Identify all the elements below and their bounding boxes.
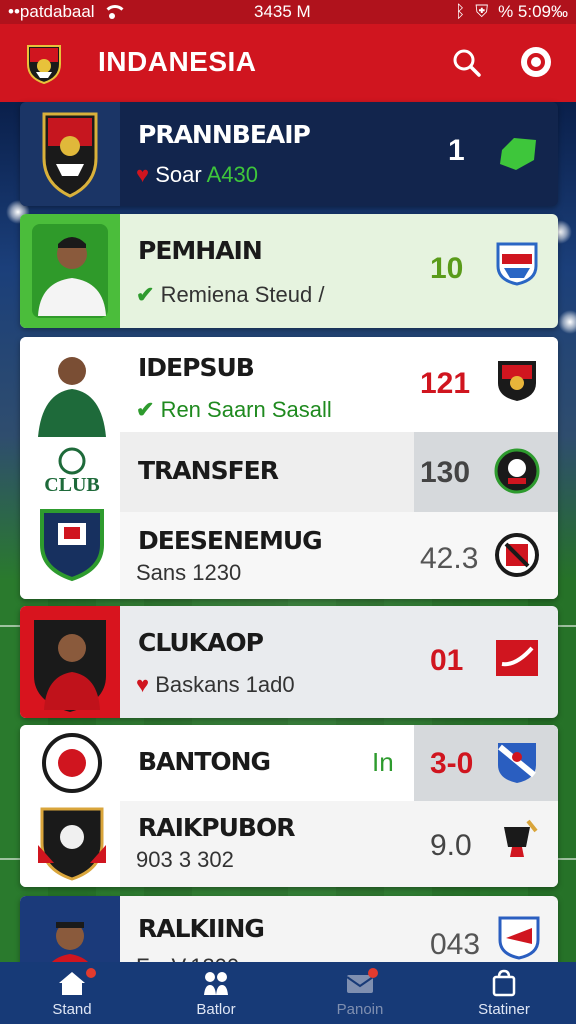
brand-check-icon	[496, 640, 538, 676]
club-logo-text: CLUB	[44, 474, 100, 496]
card-score: 9.0	[430, 829, 472, 862]
card-subtitle: ♥ Soar A430	[136, 162, 258, 187]
player-avatar-icon	[58, 357, 86, 385]
list-row[interactable]: DEESENEMUG Sans 1230 42.3	[120, 512, 558, 599]
thumbnail-stack: CLUB	[38, 357, 106, 582]
thumbnail-stack	[38, 733, 106, 881]
team-crest-icon	[42, 112, 98, 198]
card-title: DEESENEMUG	[138, 526, 323, 555]
card-score: 1	[448, 134, 465, 167]
players-icon	[204, 971, 228, 995]
nav-item-home[interactable]: Stand	[0, 962, 144, 1024]
nav-label: Batlor	[196, 1000, 236, 1018]
nav-item-players[interactable]: Batlor	[144, 962, 288, 1024]
team-card[interactable]: PRANNBEAIP ♥ Soar A430 1	[20, 102, 558, 206]
card-title: CLUKAOP	[138, 628, 264, 657]
card-subtitle: ♥ Baskans 1ad0	[136, 672, 295, 697]
card-tag: In	[372, 747, 394, 777]
player-card[interactable]: CLUKAOP ♥ Baskans 1ad0 01	[20, 606, 558, 718]
card-title: TRANSFER	[138, 456, 279, 485]
player-avatar-icon	[34, 620, 106, 712]
card-title: PRANNBEAIP	[138, 120, 311, 149]
check-icon: ✔	[136, 397, 155, 422]
card-subtitle: ✔ Ren Saarn Sasall	[136, 397, 332, 422]
card-score: 10	[430, 252, 464, 285]
card-title: IDEPSUB	[138, 353, 255, 382]
list-card: BANTONG In 3-0 RAIKPUBOR 903 3 302 9.0	[20, 725, 558, 887]
club-crest-icon[interactable]	[26, 42, 62, 84]
heart-icon: ♥	[136, 672, 150, 697]
club-logo-icon	[58, 447, 86, 475]
card-title: BANTONG	[138, 747, 271, 776]
settings-icon[interactable]	[520, 46, 552, 78]
status-bar: ••patdabaal 3435 M ᛒ ⛨ % 5:09‰	[0, 0, 576, 24]
card-score: 121	[420, 367, 471, 400]
shield-icon: ⛨	[475, 2, 489, 21]
nav-item-messages[interactable]: Panoin	[288, 962, 432, 1024]
nav-label: Panoin	[336, 1000, 384, 1018]
bottom-navigation: Stand Batlor Panoin Statiner	[0, 962, 576, 1024]
card-subtitle: ✔ Remiena Steud /	[136, 282, 325, 307]
search-icon[interactable]	[452, 48, 482, 78]
player-photo	[20, 214, 120, 328]
card-score: 3-0	[430, 747, 474, 780]
card-thumbnail	[20, 102, 120, 206]
heart-icon: ♥	[136, 162, 150, 187]
list-row[interactable]: RAIKPUBOR 903 3 302 9.0	[120, 801, 558, 887]
card-thumbnail-column: CLUB	[20, 337, 120, 599]
nav-item-shop[interactable]: Statiner	[432, 962, 576, 1024]
map-marker-icon	[500, 138, 536, 170]
team-shield-icon	[496, 242, 538, 286]
home-icon	[59, 971, 85, 995]
trophy-icon	[504, 819, 538, 857]
card-title: RALKIING	[138, 914, 265, 943]
card-score: 42.3	[420, 542, 479, 575]
carrier-text: ••patdabaal	[8, 2, 95, 21]
page-title: INDANESIA	[98, 46, 257, 77]
wifi-icon	[102, 5, 127, 19]
list-row[interactable]: IDEPSUB ✔ Ren Saarn Sasall 121	[120, 337, 558, 432]
card-score: 01	[430, 644, 464, 677]
card-score: 130	[420, 456, 471, 489]
club-round-badge-icon	[495, 533, 539, 577]
notification-dot	[368, 968, 378, 978]
team-shield-icon	[498, 916, 540, 960]
card-subtitle: Sans 1230	[136, 560, 242, 585]
team-shield-icon	[498, 743, 536, 783]
nav-label: Stand	[52, 1000, 92, 1018]
card-row: CLUKAOP ♥ Baskans 1ad0 01	[120, 606, 558, 718]
check-icon: ✔	[136, 282, 155, 307]
card-title: RAIKPUBOR	[138, 813, 295, 842]
list-row[interactable]: BANTONG In 3-0	[120, 725, 558, 801]
app-header: INDANESIA	[0, 24, 576, 102]
notification-dot	[86, 968, 96, 978]
card-row: PRANNBEAIP ♥ Soar A430 1	[120, 102, 558, 206]
player-card[interactable]: PEMHAIN ✔ Remiena Steud / 10	[20, 214, 558, 328]
bluetooth-icon: ᛒ	[455, 2, 466, 21]
nav-label: Statiner	[478, 1000, 530, 1018]
team-crest-icon	[498, 361, 536, 401]
clock-text: 3435 M	[254, 2, 311, 21]
card-thumbnail-column	[20, 725, 120, 887]
player-avatar-icon	[32, 224, 108, 318]
club-badge-icon	[494, 448, 540, 494]
card-row: PEMHAIN ✔ Remiena Steud / 10	[120, 214, 558, 328]
list-card: CLUB IDEPSUB ✔ Ren Saarn Sasall 121 TRAN…	[20, 337, 558, 599]
list-row[interactable]: TRANSFER 130	[120, 432, 558, 512]
card-subtitle: 903 3 302	[136, 847, 234, 872]
card-score: 043	[430, 928, 481, 961]
battery-text: % 5:09‰	[498, 2, 568, 21]
shop-icon	[492, 969, 516, 996]
card-subtitle-extra: A430	[206, 162, 258, 187]
card-title: PEMHAIN	[138, 236, 263, 265]
player-photo	[20, 606, 120, 718]
